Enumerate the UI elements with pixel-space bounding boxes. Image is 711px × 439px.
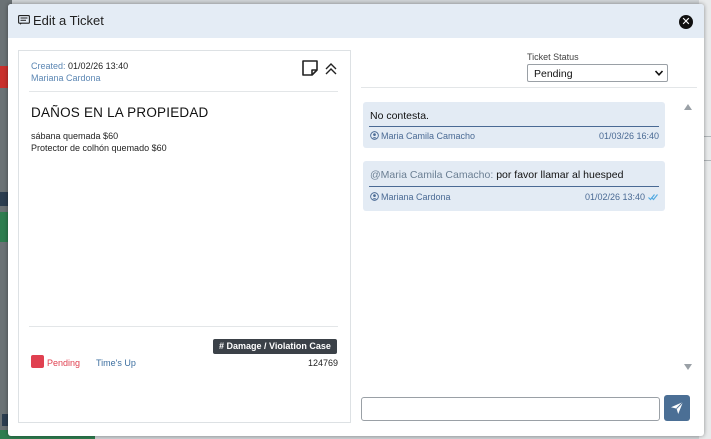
comment-text: No contesta.: [370, 110, 429, 122]
divider: [361, 87, 697, 88]
ticket-description: sábana quemada $60 Protector de colhón q…: [31, 131, 167, 154]
modal-title: Edit a Ticket: [33, 13, 104, 28]
edit-ticket-modal: Edit a Ticket ✕ Created: 01/02/26 13:40 …: [8, 4, 704, 436]
creator-link[interactable]: Mariana Cardona: [31, 73, 101, 83]
divider: [29, 91, 338, 92]
comment-time: 01/03/26 16:40: [598, 131, 659, 141]
status-text: Pending: [47, 358, 81, 368]
created-meta: Created: 01/02/26 13:40: [31, 61, 128, 71]
comment-divider: [369, 186, 659, 187]
user-circle-icon: [370, 131, 379, 140]
double-chevron-up-icon[interactable]: [324, 62, 338, 76]
scroll-up-arrow-icon[interactable]: [684, 104, 692, 110]
comment-message: No contesta.: [370, 110, 429, 122]
background-green-button: [0, 212, 8, 242]
chevron-down-icon: [654, 70, 664, 76]
description-line: sábana quemada $60: [31, 131, 119, 141]
double-check-icon: [648, 194, 658, 201]
scroll-down-arrow-icon[interactable]: [684, 364, 692, 370]
comment-item: No contesta. Maria Camila Camacho 01/03/…: [363, 102, 665, 148]
ticket-id: 124769: [308, 358, 339, 368]
created-label: Created:: [31, 61, 66, 71]
comment-author: Mariana Cardona: [381, 192, 451, 202]
status-indicator: [31, 355, 44, 368]
close-button[interactable]: ✕: [679, 15, 693, 29]
comment-message: por favor llamar al huesped: [493, 169, 624, 181]
comment-author: Maria Camila Camacho: [381, 131, 476, 141]
comment-mention: @Maria Camila Camacho:: [370, 169, 494, 181]
category-tag: # Damage / Violation Case: [213, 339, 337, 354]
send-button[interactable]: [664, 395, 690, 421]
modal-header: Edit a Ticket ✕: [8, 4, 704, 38]
sticky-note-icon[interactable]: [301, 59, 319, 77]
description-line: Protector de colhón quemado $60: [31, 142, 167, 153]
comment-item: @Maria Camila Camacho: por favor llamar …: [363, 161, 665, 211]
message-square-icon: [18, 15, 30, 25]
ticket-status-select[interactable]: Pending: [527, 64, 668, 82]
comment-text: @Maria Camila Camacho: por favor llamar …: [370, 169, 623, 181]
timer-status: Time's Up: [96, 358, 136, 368]
divider: [29, 326, 338, 327]
ticket-status-label: Ticket Status: [527, 52, 579, 62]
user-circle-icon: [370, 192, 379, 201]
message-input[interactable]: [361, 397, 660, 421]
background-red-badge: [0, 66, 8, 88]
comment-time: 01/02/26 13:40: [584, 192, 645, 202]
ticket-title: DAÑOS EN LA PROPIEDAD: [31, 105, 209, 120]
background-dark-badge: [0, 192, 8, 206]
created-date: 01/02/26 13:40: [68, 61, 129, 71]
ticket-detail-card: Created: 01/02/26 13:40 Mariana Cardona …: [18, 50, 351, 423]
ticket-status-value: Pending: [534, 68, 573, 80]
paper-plane-icon: [671, 401, 684, 414]
comment-divider: [369, 126, 659, 127]
